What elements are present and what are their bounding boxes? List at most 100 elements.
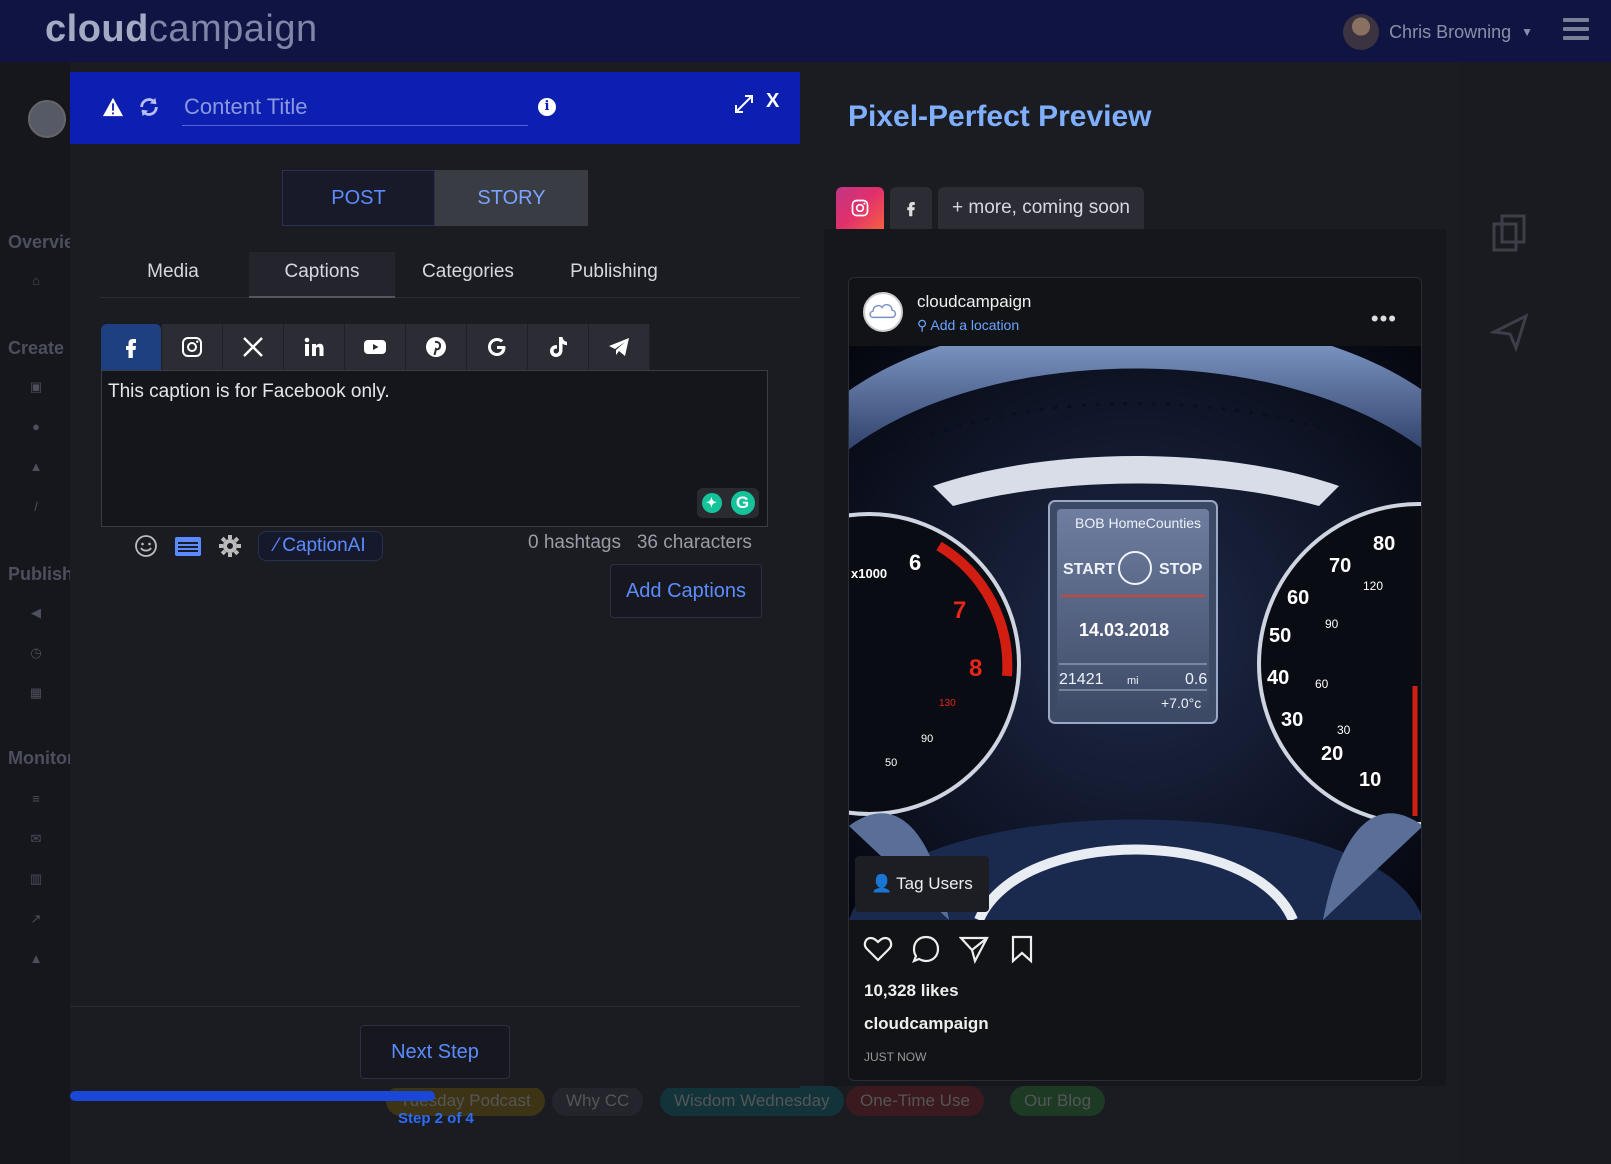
youtube-icon bbox=[364, 340, 386, 354]
svg-text:7: 7 bbox=[953, 597, 966, 624]
tab-youtube[interactable] bbox=[345, 324, 406, 370]
step-label: Step 2 of 4 bbox=[398, 1110, 474, 1127]
tab-categories[interactable]: Categories bbox=[395, 252, 541, 298]
tab-media[interactable]: Media bbox=[100, 252, 246, 298]
preview-platform-tabs: + more, coming soon bbox=[836, 187, 1144, 229]
tab-google[interactable] bbox=[467, 324, 528, 370]
lcd-brand: BOB HomeCounties bbox=[1075, 515, 1201, 531]
app-logo[interactable]: cloudcampaign bbox=[45, 8, 318, 51]
refresh-icon[interactable] bbox=[138, 96, 160, 118]
preview-title: Pixel-Perfect Preview bbox=[848, 100, 1152, 133]
envelope-icon[interactable]: ✉ bbox=[28, 832, 44, 846]
svg-text:40: 40 bbox=[1267, 667, 1289, 689]
close-button[interactable]: X bbox=[766, 90, 779, 113]
copy-icon bbox=[1492, 214, 1526, 252]
svg-text:90: 90 bbox=[921, 733, 933, 745]
background-tag: One-Time Use bbox=[846, 1086, 984, 1116]
warning-icon[interactable] bbox=[102, 96, 124, 118]
caption-ai-label: CaptionAI bbox=[282, 535, 366, 556]
google-icon bbox=[488, 338, 506, 356]
post-header: cloudcampaign ⚲ Add a location ••• bbox=[849, 278, 1421, 346]
linkedin-icon bbox=[304, 337, 324, 356]
caption-ai-button[interactable]: ⁄ CaptionAI bbox=[258, 531, 383, 561]
content-editor-modal: i X POST STORY Media Captions Categories… bbox=[70, 72, 800, 1088]
post-actions bbox=[863, 934, 1037, 964]
list-icon[interactable]: ≡ bbox=[28, 792, 44, 806]
tab-captions[interactable]: Captions bbox=[249, 252, 395, 298]
svg-text:30: 30 bbox=[1337, 723, 1351, 737]
next-step-button[interactable]: Next Step bbox=[360, 1025, 510, 1079]
tab-linkedin[interactable] bbox=[284, 324, 345, 370]
expand-icon[interactable] bbox=[734, 94, 754, 114]
svg-text:20: 20 bbox=[1321, 743, 1343, 765]
calendar-icon[interactable]: ▦ bbox=[28, 686, 44, 700]
preview-tab-more: + more, coming soon bbox=[938, 187, 1144, 229]
tab-publishing[interactable]: Publishing bbox=[541, 252, 687, 298]
post-mode-button[interactable]: POST bbox=[282, 170, 435, 226]
heart-icon[interactable] bbox=[863, 934, 893, 964]
editor-subtabs: Media Captions Categories Publishing bbox=[100, 252, 800, 298]
caption-textarea[interactable]: This caption is for Facebook only. ✦ G bbox=[101, 370, 768, 527]
tab-x[interactable] bbox=[223, 324, 284, 370]
grammarly-widget[interactable]: ✦ G bbox=[697, 488, 759, 518]
bookmark-icon[interactable] bbox=[1007, 934, 1037, 964]
megaphone-icon[interactable]: ◀ bbox=[28, 606, 44, 620]
info-icon[interactable]: i bbox=[538, 98, 556, 116]
settings-gear-icon[interactable] bbox=[216, 532, 244, 560]
svg-text:80: 80 bbox=[1373, 533, 1395, 555]
check-circle-icon[interactable]: ● bbox=[28, 420, 44, 434]
tab-tiktok[interactable] bbox=[528, 324, 589, 370]
home-icon[interactable]: ⌂ bbox=[28, 274, 44, 288]
flask-icon[interactable]: ▲ bbox=[28, 460, 44, 474]
send-icon bbox=[1490, 313, 1529, 352]
tag-users-button[interactable]: 👤 Tag Users bbox=[855, 856, 989, 912]
share-icon[interactable] bbox=[958, 934, 989, 964]
user-menu[interactable]: Chris Browning ▼ bbox=[1343, 14, 1533, 50]
magic-wand-icon[interactable]: / bbox=[28, 500, 44, 514]
emoji-icon[interactable] bbox=[132, 532, 160, 560]
svg-text:60: 60 bbox=[1287, 587, 1309, 609]
caption-text[interactable]: This caption is for Facebook only. bbox=[108, 381, 390, 402]
instagram-icon bbox=[182, 337, 202, 357]
svg-text:30: 30 bbox=[1281, 709, 1303, 731]
lcd-unit: mi bbox=[1127, 675, 1139, 687]
hamburger-menu-icon[interactable] bbox=[1563, 18, 1589, 40]
dashboard-photo: 6 7 8 x1000 90 50 130 80 70 60 50 40 30 … bbox=[849, 346, 1421, 920]
background-tag: Our Blog bbox=[1010, 1086, 1106, 1116]
tab-instagram[interactable] bbox=[162, 324, 223, 370]
clock-icon[interactable]: ◷ bbox=[28, 646, 44, 660]
line-chart-icon[interactable]: ↗ bbox=[28, 912, 44, 926]
bar-chart-icon[interactable]: ▥ bbox=[28, 872, 44, 886]
preview-tab-facebook[interactable] bbox=[890, 187, 932, 229]
grammarly-sparkle-icon[interactable]: ✦ bbox=[701, 493, 722, 513]
story-mode-button[interactable]: STORY bbox=[435, 170, 588, 226]
preview-tab-instagram[interactable] bbox=[836, 187, 884, 229]
area-chart-icon[interactable]: ▲ bbox=[28, 952, 44, 966]
saved-captions-icon[interactable] bbox=[174, 532, 202, 560]
content-title-input[interactable] bbox=[182, 88, 528, 126]
grammarly-icon[interactable]: G bbox=[730, 491, 755, 515]
image-icon[interactable]: ▣ bbox=[28, 380, 44, 394]
user-icon: 👤 bbox=[871, 874, 893, 893]
lcd-trip: 0.6 bbox=[1185, 671, 1207, 688]
x-icon bbox=[243, 337, 263, 357]
add-captions-button[interactable]: Add Captions bbox=[610, 564, 762, 618]
comment-icon[interactable] bbox=[911, 934, 941, 964]
background-panel bbox=[1460, 62, 1611, 1164]
svg-text:50: 50 bbox=[1269, 625, 1291, 647]
progress-fill bbox=[70, 1091, 435, 1101]
brand-avatar[interactable] bbox=[28, 100, 66, 138]
modal-header: i X bbox=[70, 72, 800, 144]
tab-telegram[interactable] bbox=[589, 324, 650, 370]
tab-pinterest[interactable] bbox=[406, 324, 467, 370]
tab-facebook[interactable] bbox=[101, 324, 162, 370]
lcd-start: START bbox=[1063, 561, 1115, 578]
tiktok-icon bbox=[550, 337, 567, 357]
add-location-link[interactable]: ⚲ Add a location bbox=[917, 317, 1019, 334]
post-image: 6 7 8 x1000 90 50 130 80 70 60 50 40 30 … bbox=[849, 346, 1421, 920]
more-options-icon[interactable]: ••• bbox=[1371, 306, 1397, 332]
svg-text:60: 60 bbox=[1315, 677, 1329, 691]
svg-text:70: 70 bbox=[1329, 555, 1351, 577]
svg-text:50: 50 bbox=[885, 757, 897, 769]
instagram-post-preview: cloudcampaign ⚲ Add a location ••• 6 7 8… bbox=[848, 277, 1422, 1081]
